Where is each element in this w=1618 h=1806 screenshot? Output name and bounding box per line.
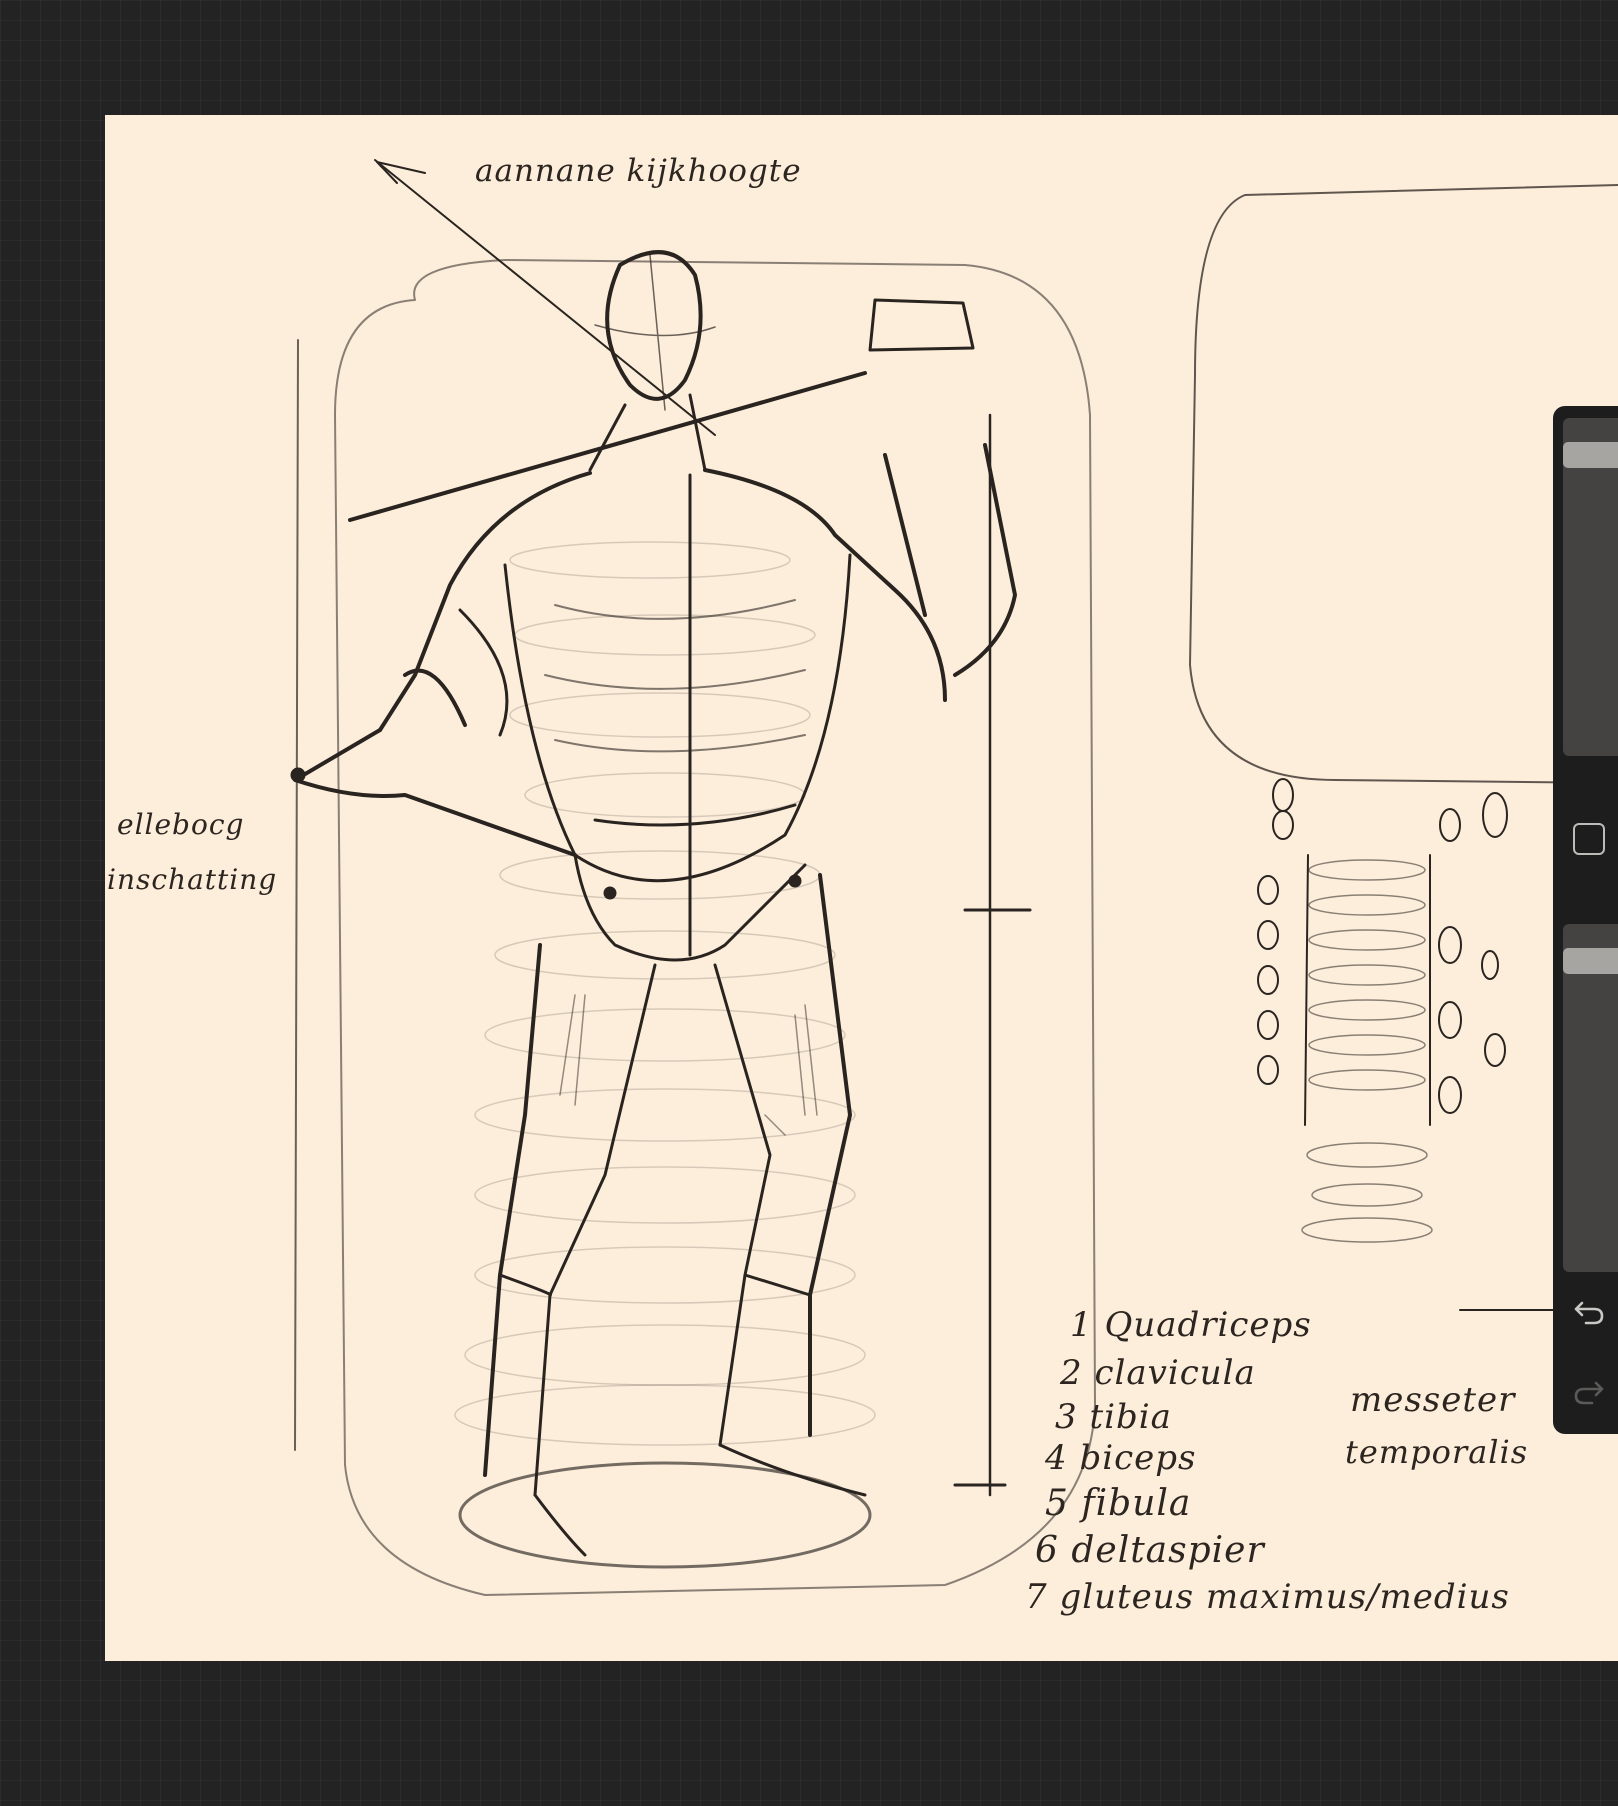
muscle-list-item: 4 biceps (1045, 1438, 1197, 1478)
muscle-list-item: 2 clavicula (1060, 1353, 1256, 1393)
redo-button[interactable] (1569, 1372, 1609, 1412)
square-modify-icon (1573, 823, 1605, 855)
muscle-list-item: 7 gluteus maximus/medius (1025, 1577, 1510, 1617)
redo-arrow-icon (1574, 1381, 1604, 1405)
head-muscle-temporalis: temporalis (1345, 1433, 1529, 1471)
muscle-list-item: 1 Quadriceps (1070, 1305, 1312, 1345)
opacity-slider[interactable] (1563, 924, 1618, 1272)
muscle-list-item: 6 deltaspier (1035, 1530, 1265, 1571)
head-muscle-masseter: messeter (1350, 1380, 1516, 1420)
annotation-viewing-height: aannane kijkhoogte (475, 153, 802, 189)
brush-size-slider-thumb[interactable] (1563, 442, 1618, 468)
muscle-list: 1 Quadriceps 2 clavicula 3 tibia 4 bicep… (1025, 1305, 1618, 1655)
muscle-list-item: 5 fibula (1045, 1483, 1192, 1524)
opacity-slider-thumb[interactable] (1563, 948, 1618, 974)
brush-sidebar (1553, 406, 1618, 1434)
undo-button[interactable] (1569, 1292, 1609, 1332)
undo-arrow-icon (1574, 1301, 1604, 1325)
annotation-elbow-label: ellebocg (117, 808, 245, 841)
annotation-elbow-estimate: inschatting (107, 863, 278, 896)
modify-button[interactable] (1569, 819, 1609, 859)
muscle-list-item: 3 tibia (1055, 1397, 1172, 1437)
brush-size-slider[interactable] (1563, 418, 1618, 756)
drawing-canvas[interactable]: aannane kijkhoogte ellebocg inschatting … (105, 115, 1618, 1661)
